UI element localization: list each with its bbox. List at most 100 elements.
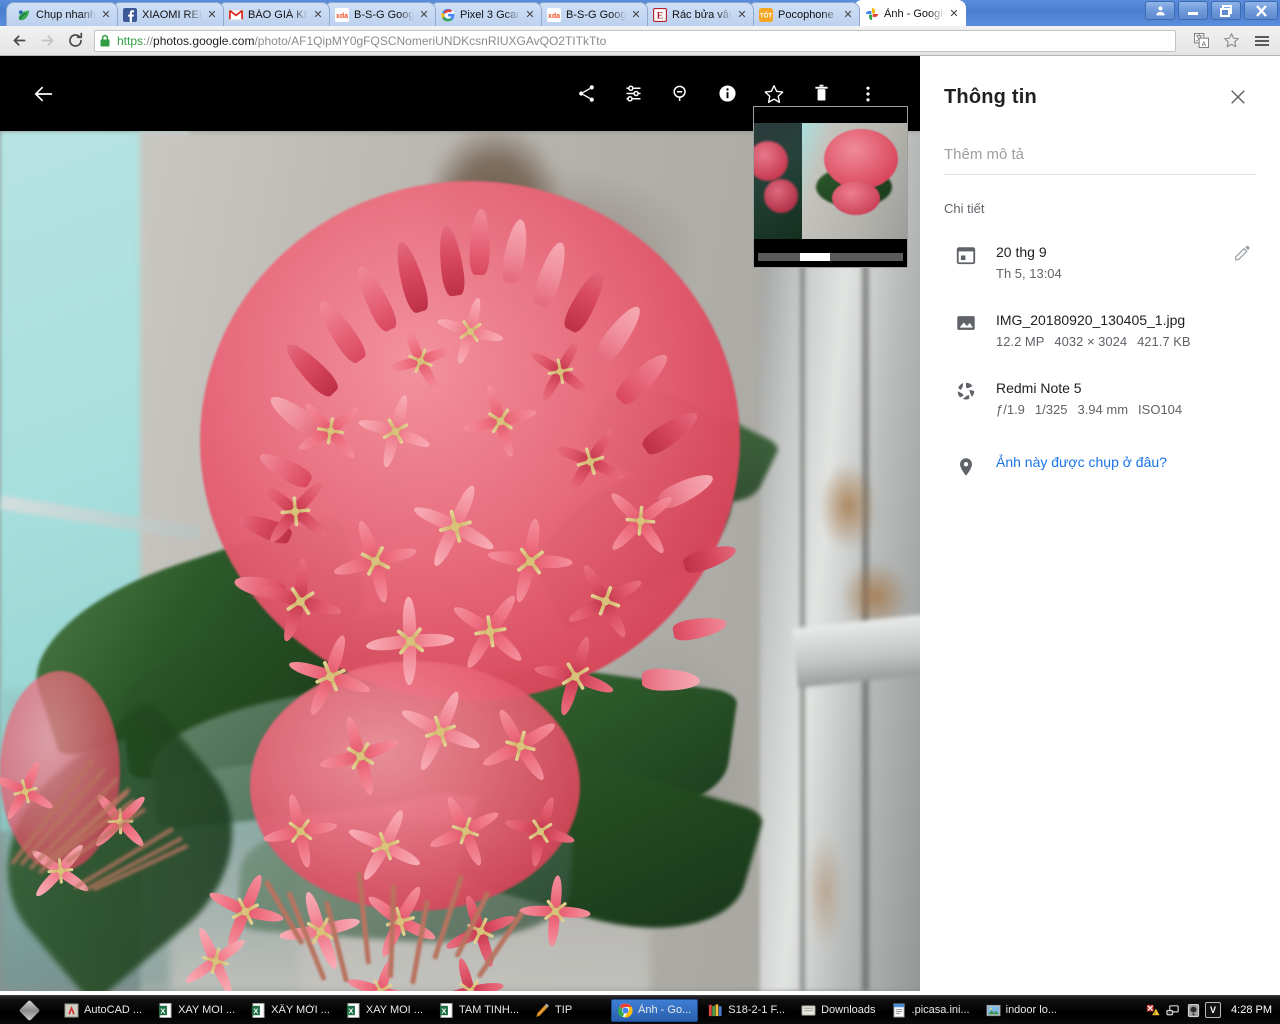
filmstrip-scrollbar-knob[interactable] [800,253,830,261]
iso-value: ISO104 [1138,402,1183,417]
taskbar-item[interactable]: X XAY MOI ... [152,999,241,1022]
tab-close-icon[interactable]: ✕ [629,8,643,22]
windows-taskbar: AutoCAD ... X XAY MOI ... X XÂY MỚI ... X XAY … [0,995,1280,1024]
svg-text:X: X [348,1006,353,1015]
chrome-menu-icon[interactable] [1250,29,1274,53]
svg-text:X: X [441,1006,446,1015]
taskbar-item[interactable]: AutoCAD ... [58,999,148,1022]
close-window-button[interactable] [1244,1,1278,20]
user-profile-button[interactable] [1145,1,1175,20]
browser-tab[interactable]: Pixel 3 Gcam ✕ [430,2,542,26]
file-megapixels: 12.2 MP [996,334,1045,349]
svg-text:xda: xda [548,13,560,20]
translate-icon[interactable]: 文A [1188,29,1214,53]
browser-tab[interactable]: Chụp nhanh v✕ [6,2,118,26]
description-input[interactable] [944,146,1256,163]
tune-icon[interactable] [611,72,655,116]
file-row-spacer [1228,310,1256,312]
taskbar-item[interactable]: Ảnh - Go... [611,998,699,1022]
taskbar-item[interactable]: indoor lo... [980,999,1063,1022]
tab-close-icon[interactable]: ✕ [205,8,219,22]
taskbar-item-label: XAY MOI ... [365,1004,423,1016]
filmstrip-thumb[interactable] [754,123,802,239]
date-value: 20 thg 9 [996,244,1047,260]
volume-icon[interactable] [1185,1002,1201,1018]
url-host: photos.google.com [153,33,255,48]
tip-icon [535,1002,550,1018]
google-photos-icon [865,7,879,21]
tab-close-icon[interactable]: ✕ [841,8,855,22]
zoom-out-icon[interactable] [658,72,702,116]
share-icon[interactable] [564,72,608,116]
start-diamond-icon [18,999,40,1021]
shutter-value: 1/325 [1034,402,1068,417]
excel-icon: X [439,1002,454,1018]
minimize-button[interactable] [1178,1,1208,20]
start-button[interactable] [0,997,58,1024]
browser-tab[interactable]: E Rác bửa vây ✕ [642,2,754,26]
tab-close-icon[interactable]: ✕ [99,8,113,22]
camera-exif: ƒ/1.9 1/325 3.94 mm ISO104 [996,400,1228,420]
taskbar-item-label: indoor lo... [1005,1004,1057,1016]
browser-tab[interactable]: BÁO GIÁ KIM✕ [218,2,330,26]
excel-icon: X [158,1002,173,1018]
tab-close-icon[interactable]: ✕ [417,8,431,22]
url-text: https://photos.google.com/photo/AF1QipMY… [117,34,606,48]
back-arrow-icon[interactable] [22,72,66,116]
filmstrip-scrollbar[interactable] [758,253,903,261]
browser-tab[interactable]: TỐT Pocophone F1✕ [748,2,860,26]
taskbar-item[interactable]: X TAM TINH... [433,999,525,1022]
tab-strip: Chụp nhanh v✕XIAOMI REDMI✕BÁO GIÁ KIM✕xd… [0,0,1280,26]
restore-button[interactable] [1211,1,1241,20]
notepad-icon [892,1002,907,1018]
taskbar-clock[interactable]: 4:28 PM [1225,1004,1272,1016]
taskbar-item[interactable]: X XÂY MỚI ... [245,999,336,1022]
antivirus-warning-icon[interactable]: ! [1145,1002,1161,1018]
taskbar-item-label: Downloads [821,1004,876,1016]
focal-length-value: 3.94 mm [1077,402,1129,417]
browser-tab[interactable]: XIAOMI REDMI✕ [112,2,224,26]
bookmark-star-icon[interactable] [1218,29,1244,53]
tab-close-icon[interactable]: ✕ [311,8,325,22]
taskbar-item[interactable]: Downloads [795,999,881,1022]
tab-title: B-S-G Google [354,8,414,21]
svg-text:A: A [1201,41,1206,48]
description-field[interactable] [944,146,1256,175]
location-row-spacer [1228,454,1256,456]
back-button[interactable] [6,29,32,53]
reload-button[interactable] [62,29,88,53]
unikey-icon[interactable]: V [1205,1002,1222,1018]
thumbnail-filmstrip[interactable] [753,106,908,268]
browser-tab[interactable]: xda B-S-G Google✕ [536,2,648,26]
tab-title: Pixel 3 Gcam [460,8,520,21]
detail-row-camera[interactable]: Redmi Note 5 ƒ/1.9 1/325 3.94 mm ISO104 [944,378,1256,420]
pencil-icon[interactable] [1228,242,1256,262]
excel-icon: X [346,1002,361,1018]
location-question-link[interactable]: Ảnh này được chụp ở đâu? [996,454,1228,470]
browser-tab[interactable]: xda B-S-G Google✕ [324,2,436,26]
tab-title: Pocophone F1 [778,8,838,21]
details-section-label: Chi tiết [944,201,985,216]
tab-close-icon[interactable]: ✕ [523,8,537,22]
detail-row-location[interactable]: Ảnh này được chụp ở đâu? [944,454,1256,494]
filmstrip-thumb[interactable] [802,123,907,239]
address-bar[interactable]: https://photos.google.com/photo/AF1QipMY… [94,29,1176,52]
location-pin-icon [944,454,988,478]
detail-row-date[interactable]: 20 thg 9 Th 5, 13:04 [944,242,1256,284]
taskbar-item-label: XÂY MỚI ... [271,1004,330,1016]
taskbar-item[interactable]: .picasa.ini... [886,999,976,1022]
taskbar-item[interactable]: S18-2-1 F... [702,999,791,1022]
info-icon[interactable] [705,72,749,116]
taskbar-item[interactable]: TIP [529,999,607,1022]
network-icon[interactable] [1165,1002,1181,1018]
time-value: Th 5, 13:04 [996,266,1062,281]
taskbar-item-label: S18-2-1 F... [728,1004,786,1016]
taskbar-item[interactable]: X XAY MOI ... [340,999,429,1022]
tab-close-icon[interactable]: ✕ [947,7,961,21]
browser-tab[interactable]: Ảnh - Google ✕ [854,0,966,26]
detail-row-file[interactable]: IMG_20180920_130405_1.jpg 12.2 MP 4032 × … [944,310,1256,352]
close-info-panel-button[interactable] [1220,79,1256,115]
tab-close-icon[interactable]: ✕ [735,8,749,22]
forward-button[interactable] [34,29,60,53]
taskbar-item-label: TIP [555,1004,573,1016]
